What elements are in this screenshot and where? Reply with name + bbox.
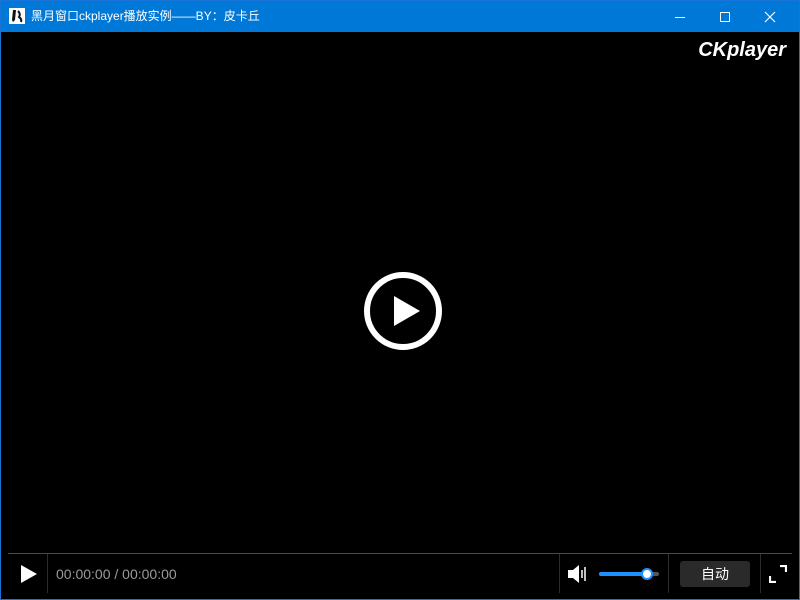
close-icon [764,11,776,23]
volume-icon [568,565,586,583]
close-button[interactable] [747,1,793,32]
divider [47,554,48,593]
maximize-button[interactable] [702,1,748,32]
fullscreen-button[interactable] [768,564,788,584]
divider [668,554,669,593]
play-circle-icon [364,272,442,350]
video-area[interactable]: CKplayer [8,32,792,553]
control-bar: 00:00:00 / 00:00:00 自动 [8,553,792,593]
volume-fill [599,572,647,576]
time-display: 00:00:00 / 00:00:00 [56,566,177,582]
big-play-button[interactable] [363,271,443,351]
title-bar[interactable]: 黑月窗口ckplayer播放实例——BY：皮卡丘 [1,1,799,32]
fullscreen-icon [768,564,788,584]
maximize-icon [720,12,730,22]
brand-logo: CKplayer [698,39,786,61]
divider [760,554,761,593]
volume-button[interactable] [566,562,590,586]
app-icon[interactable] [9,8,25,24]
player-window: 黑月窗口ckplayer播放实例——BY：皮卡丘 CKplayer 00:00:… [0,0,800,600]
play-button[interactable] [8,554,47,593]
divider [559,554,560,593]
quality-button[interactable]: 自动 [680,561,750,587]
volume-handle[interactable] [641,568,653,580]
minimize-button[interactable] [657,1,703,32]
volume-slider[interactable] [599,568,659,580]
minimize-icon [675,17,685,18]
play-icon [21,565,37,583]
window-title: 黑月窗口ckplayer播放实例——BY：皮卡丘 [31,9,260,23]
